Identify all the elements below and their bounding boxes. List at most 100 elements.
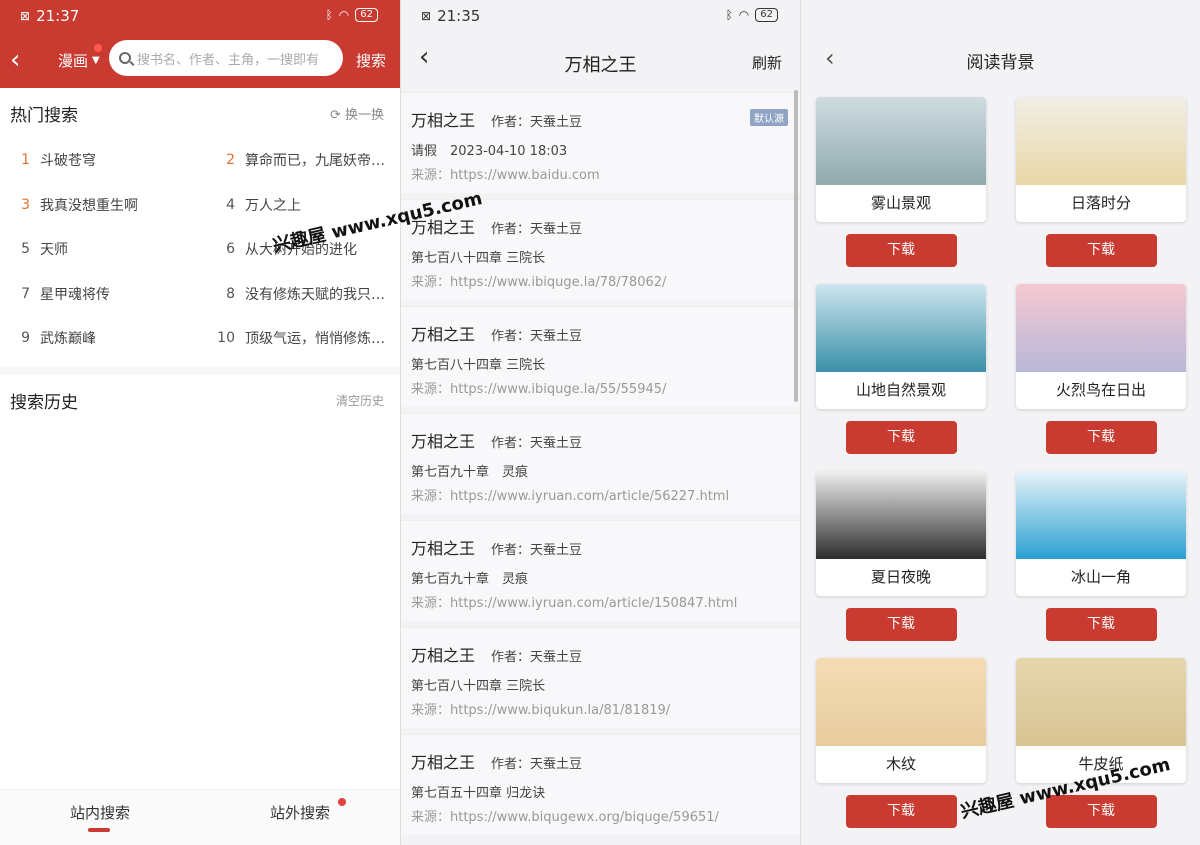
clear-history-button[interactable]: 清空历史 — [336, 392, 384, 409]
book-author: 作者：天蚕土豆 — [491, 222, 583, 237]
download-button[interactable]: 下载 — [845, 795, 957, 828]
background-card[interactable]: 山地自然景观 下载 — [816, 284, 986, 471]
download-button[interactable]: 下载 — [845, 421, 957, 454]
hot-rank: 6 — [226, 241, 235, 258]
latest-chapter: 第七百八十四章 三院长 — [411, 251, 546, 266]
hot-search-item[interactable]: 8 没有修炼天赋的我只能苟着 — [205, 272, 400, 317]
refresh-hot-button[interactable]: ⟳ 换一换 — [330, 104, 384, 123]
book-author: 作者：天蚕土豆 — [491, 329, 583, 344]
background-card[interactable]: 日落时分 下载 — [1016, 97, 1186, 284]
hot-title: 我真没想重生啊 — [40, 197, 138, 214]
hot-search-item[interactable]: 10 顶级气运，悄悄修炼千年 — [205, 316, 400, 361]
hot-search-item[interactable]: 7 星甲魂将传 — [0, 272, 205, 317]
bluetooth-icon: ᛒ — [325, 8, 333, 22]
scrollbar[interactable] — [794, 90, 798, 402]
background-thumbnail — [816, 471, 986, 559]
background-preview[interactable]: 木纹 — [816, 658, 986, 783]
battery-icon: 62 — [755, 8, 778, 22]
hot-rank: 3 — [21, 196, 30, 213]
source-screen: ⊠ 21:35 ᛒ ◠ 62 ‹ 万相之王 刷新 万相之王 作者：天蚕土豆 请假 … — [400, 0, 800, 845]
category-dropdown[interactable]: 漫画 ▼ — [58, 43, 102, 71]
source-item[interactable]: 万相之王 作者：天蚕土豆 第七百八十四章 三院长 来源：https://www.b… — [401, 627, 800, 728]
hot-title: 没有修炼天赋的我只能苟着 — [245, 286, 385, 303]
background-name: 火烈鸟在日出 — [1055, 381, 1146, 399]
background-thumbnail — [1016, 284, 1186, 372]
source-item[interactable]: 万相之王 作者：天蚕土豆 第七百五十四章 归龙诀 来源：https://www.b… — [401, 734, 800, 835]
category-label: 漫画 — [58, 51, 89, 70]
background-preview[interactable]: 火烈鸟在日出 — [1016, 284, 1186, 409]
search-button[interactable]: 搜索 — [356, 50, 386, 71]
dropdown-caret-icon: ▼ — [92, 54, 100, 66]
source-url: 来源：https://www.baidu.com — [411, 168, 600, 183]
hot-title: 天师 — [40, 242, 68, 259]
source-url: 来源：https://www.iyruan.com/article/150847… — [411, 596, 738, 611]
back-arrow-icon[interactable]: ‹ — [419, 42, 449, 72]
background-name: 雾山景观 — [870, 194, 931, 212]
download-button[interactable]: 下载 — [1045, 608, 1157, 641]
hot-search-item[interactable]: 1 斗破苍穹 — [0, 138, 205, 183]
download-button[interactable]: 下载 — [845, 234, 957, 267]
page-title: 阅读背景 — [966, 52, 1035, 73]
refresh-icon: ⟳ — [329, 107, 341, 123]
background-thumbnail — [816, 658, 986, 746]
hot-search-item[interactable]: 2 算命而已，九尾妖帝怎么就成我娘子了 — [205, 138, 400, 183]
refresh-button[interactable]: 刷新 — [752, 52, 782, 73]
hot-rank: 4 — [226, 196, 235, 213]
book-author: 作者：天蚕土豆 — [491, 115, 583, 130]
source-url: 来源：https://www.ibiquge.la/55/55945/ — [411, 382, 667, 397]
latest-chapter: 第七百五十四章 归龙诀 — [411, 786, 546, 801]
hot-search-list: 1斗破苍穹 2算命而已，九尾妖帝怎么就成我娘子了 3我真没想重生啊 4万人之上 … — [0, 138, 400, 361]
book-title: 万相之王 — [411, 646, 476, 665]
hot-search-item[interactable]: 9 武炼巅峰 — [0, 316, 205, 361]
background-thumbnail — [1016, 97, 1186, 185]
search-header: ⊠ 21:37 ᛒ ◠ 62 ‹ 漫画 ▼ 搜书名、作者、主角，一搜即有 搜索 — [0, 0, 400, 88]
download-button[interactable]: 下载 — [845, 608, 957, 641]
source-item[interactable]: 万相之王 作者：天蚕土豆 请假 2023-04-10 18:03 来源：https… — [401, 92, 800, 193]
latest-chapter: 第七百八十四章 三院长 — [411, 358, 546, 373]
book-author: 作者：天蚕土豆 — [491, 436, 583, 451]
source-item[interactable]: 万相之王 作者：天蚕土豆 第七百九十章 灵痕 来源：https://www.iyr… — [401, 520, 800, 621]
hot-rank: 8 — [226, 285, 235, 302]
search-tabs: 站内搜索 站外搜索 — [0, 789, 400, 845]
latest-chapter: 第七百九十章 灵痕 — [411, 572, 529, 587]
background-card[interactable]: 木纹 下载 — [816, 658, 986, 845]
background-card[interactable]: 冰山一角 下载 — [1016, 471, 1186, 658]
hot-rank: 10 — [217, 330, 235, 347]
book-author: 作者：天蚕土豆 — [491, 757, 583, 772]
status-bar: ⊠ 21:37 ᛒ ◠ 62 — [0, 0, 400, 32]
search-placeholder: 搜书名、作者、主角，一搜即有 — [137, 52, 320, 68]
source-item[interactable]: 万相之王 作者：天蚕土豆 第七百八十四章 三院长 来源：https://www.i… — [401, 306, 800, 407]
page-title: 万相之王 — [564, 55, 637, 76]
background-card[interactable]: 夏日夜晚 下载 — [816, 471, 986, 658]
status-icons: ᛒ ◠ 62 — [726, 8, 778, 22]
background-preview[interactable]: 冰山一角 — [1016, 471, 1186, 596]
background-preview[interactable]: 夏日夜晚 — [816, 471, 986, 596]
background-card[interactable]: 雾山景观 下载 — [816, 97, 986, 284]
latest-chapter: 请假 2023-04-10 18:03 — [411, 144, 568, 159]
hot-search-item[interactable]: 3 我真没想重生啊 — [0, 183, 205, 228]
background-name: 夏日夜晚 — [870, 568, 931, 586]
hot-search-header: 热门搜索 ⟳ 换一换 — [0, 88, 400, 138]
source-url: 来源：https://www.biqukun.la/81/81819/ — [411, 703, 671, 718]
background-thumbnail — [1016, 471, 1186, 559]
background-preview[interactable]: 雾山景观 — [816, 97, 986, 222]
background-preview[interactable]: 山地自然景观 — [816, 284, 986, 409]
hot-search-item[interactable]: 5 天师 — [0, 227, 205, 272]
tab-in-site-search[interactable]: 站内搜索 — [0, 790, 200, 845]
status-time: 21:37 — [36, 7, 80, 25]
back-arrow-icon[interactable]: ‹ — [825, 44, 855, 72]
search-nav: ‹ 漫画 ▼ 搜书名、作者、主角，一搜即有 搜索 — [0, 32, 400, 88]
hot-title: 算命而已，九尾妖帝怎么就成我娘子了 — [245, 153, 385, 170]
download-button[interactable]: 下载 — [1045, 234, 1157, 267]
back-arrow-icon[interactable]: ‹ — [10, 45, 40, 75]
hot-rank: 5 — [21, 241, 30, 258]
background-nav: ‹ 阅读背景 — [801, 0, 1200, 88]
notification-dot — [93, 43, 102, 52]
search-input[interactable]: 搜书名、作者、主角，一搜即有 — [109, 40, 343, 76]
tab-external-search[interactable]: 站外搜索 — [200, 790, 400, 845]
book-title: 万相之王 — [411, 325, 476, 344]
background-preview[interactable]: 日落时分 — [1016, 97, 1186, 222]
download-button[interactable]: 下载 — [1045, 421, 1157, 454]
background-card[interactable]: 火烈鸟在日出 下载 — [1016, 284, 1186, 471]
source-item[interactable]: 万相之王 作者：天蚕土豆 第七百九十章 灵痕 来源：https://www.iyr… — [401, 413, 800, 514]
